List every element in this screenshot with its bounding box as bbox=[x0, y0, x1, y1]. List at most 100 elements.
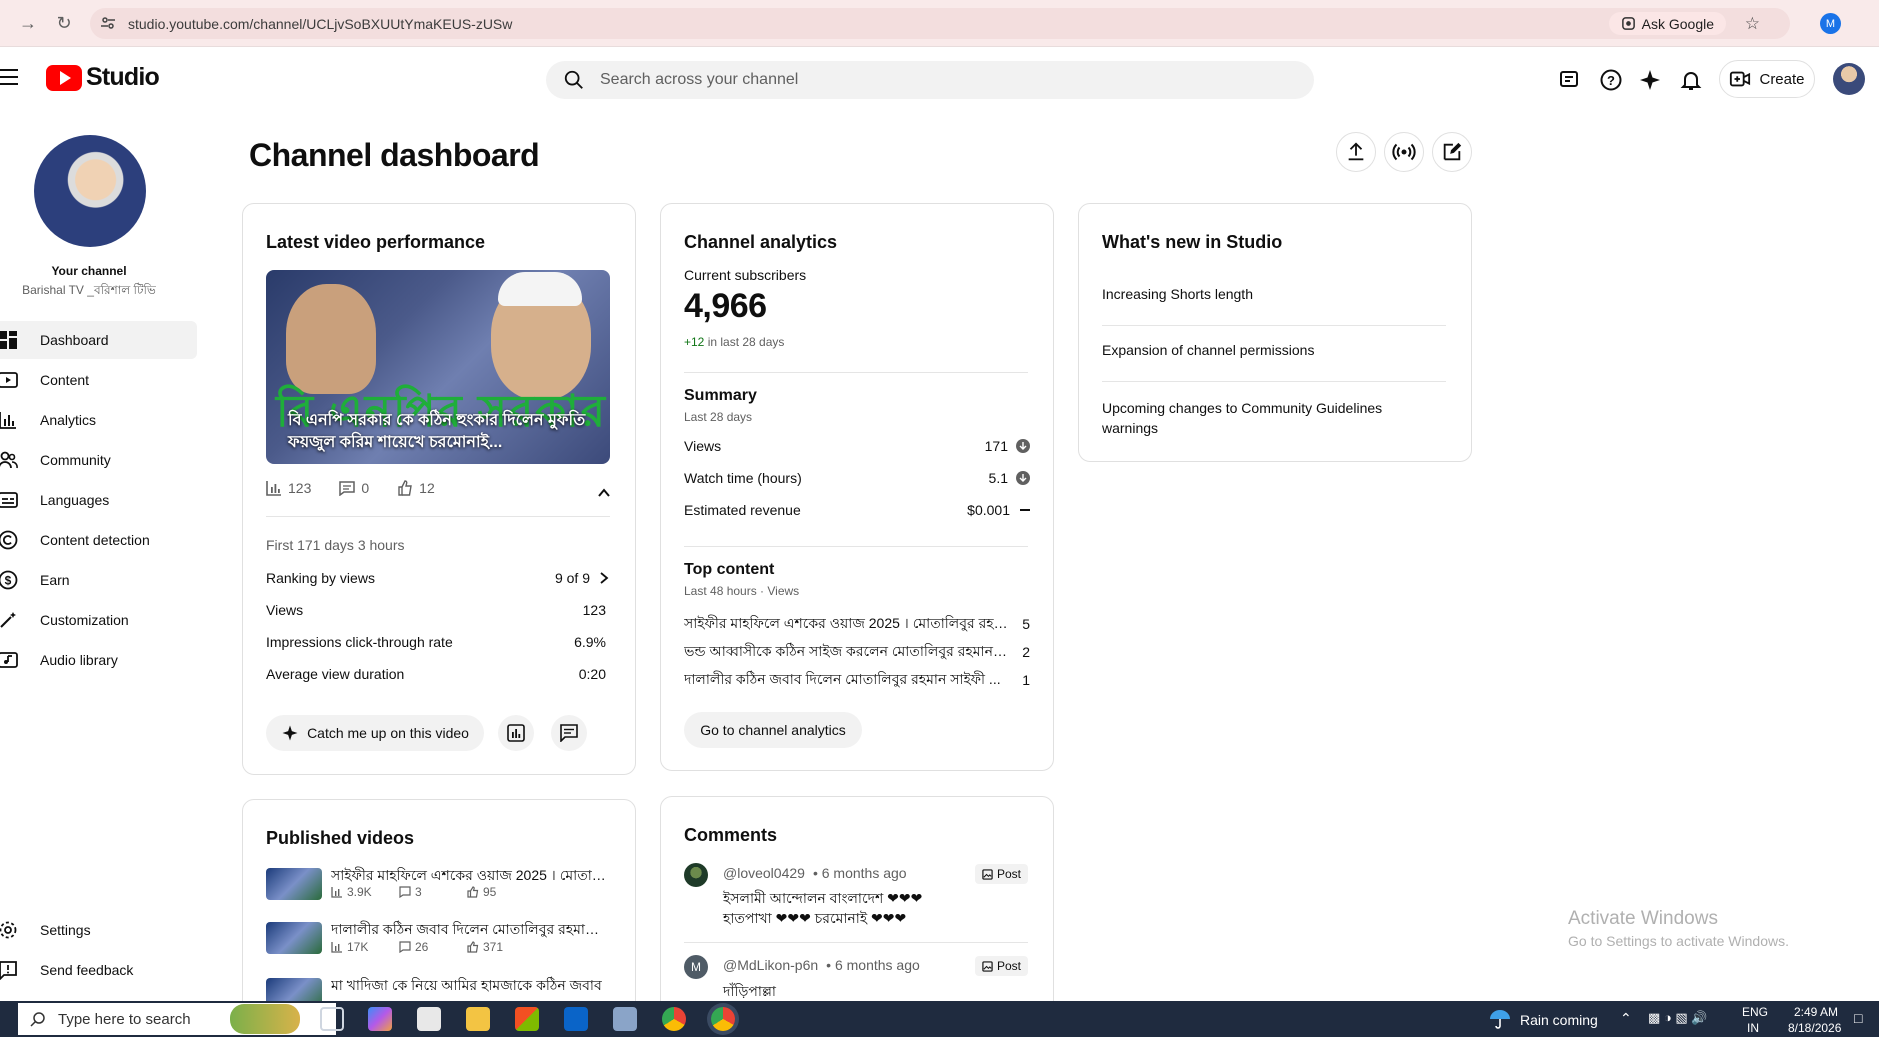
file-explorer-icon[interactable] bbox=[466, 1007, 490, 1031]
top-content-item[interactable]: সাইফীর মাহফিলে এশকের ওয়াজ 2025 । মোতালি… bbox=[684, 612, 1030, 636]
comment-time: • 6 months ago bbox=[826, 957, 920, 973]
upload-button[interactable] bbox=[1336, 132, 1376, 172]
sidebar-item-label: Dashboard bbox=[40, 332, 109, 348]
search-bar[interactable] bbox=[546, 61, 1314, 99]
chrome-profile-icon[interactable] bbox=[711, 1007, 735, 1031]
views-bars-icon bbox=[331, 942, 342, 953]
video-title[interactable]: দালালীর কঠিন জবাব দিলেন মোতালিবুর রহমান … bbox=[331, 918, 607, 942]
content-play-icon bbox=[0, 370, 18, 390]
community-people-icon bbox=[0, 450, 18, 470]
weather-text[interactable]: Rain coming bbox=[1520, 1012, 1598, 1028]
subscribers-label: Current subscribers bbox=[684, 267, 807, 283]
feedback-label: Send feedback bbox=[40, 962, 134, 978]
bookmark-star-icon[interactable]: ☆ bbox=[1745, 14, 1760, 34]
sidebar-item-send-feedback[interactable]: Send feedback bbox=[0, 951, 197, 989]
sidebar-item-settings[interactable]: Settings bbox=[0, 911, 197, 949]
post-badge[interactable]: Post bbox=[975, 956, 1029, 976]
catch-me-up-button[interactable]: Catch me up on this video bbox=[266, 715, 484, 751]
sparkle-icon[interactable] bbox=[1637, 67, 1663, 93]
notifications-bell-icon[interactable] bbox=[1678, 67, 1704, 93]
create-button[interactable]: Create bbox=[1719, 60, 1815, 98]
sidebar-item-dashboard[interactable]: Dashboard bbox=[0, 321, 197, 359]
ask-google-button[interactable]: Ask Google bbox=[1608, 12, 1726, 35]
sidebar-item-languages[interactable]: Languages bbox=[0, 481, 197, 519]
channel-avatar[interactable] bbox=[34, 135, 146, 247]
thumbs-up-icon bbox=[398, 480, 412, 496]
photos-icon[interactable] bbox=[613, 1007, 637, 1031]
language-code[interactable]: ENG bbox=[1742, 1005, 1768, 1019]
sidebar-item-customization[interactable]: Customization bbox=[0, 601, 197, 639]
whats-new-item[interactable]: Upcoming changes to Community Guidelines… bbox=[1102, 398, 1442, 438]
latest-video-thumbnail[interactable]: বি এনপির সরকার কে বি এনপি সরকার কে কঠিন … bbox=[266, 270, 610, 464]
sidebar-item-label: Analytics bbox=[40, 412, 97, 428]
video-stats: 17K 26 371 bbox=[331, 940, 525, 954]
notepad-icon[interactable] bbox=[417, 1007, 441, 1031]
sidebar-item-content-detection[interactable]: Content detection bbox=[0, 521, 197, 559]
video-stats: 3.9K 3 95 bbox=[331, 885, 525, 899]
notification-center-icon[interactable]: □ bbox=[1854, 1010, 1862, 1026]
help-icon[interactable]: ? bbox=[1598, 67, 1624, 93]
tray-icons[interactable]: ▩ ◑ ▧ 🔊 bbox=[1648, 1010, 1707, 1026]
outlook-icon[interactable] bbox=[564, 1007, 588, 1031]
comments-title: Comments bbox=[684, 825, 778, 845]
sidebar-item-content[interactable]: Content bbox=[0, 361, 197, 399]
feedback-messages-icon[interactable] bbox=[1557, 67, 1583, 93]
sidebar-item-label: Content detection bbox=[40, 532, 150, 548]
task-view-icon[interactable] bbox=[320, 1007, 344, 1031]
latest-video-card: Latest video performance বি এনপির সরকার … bbox=[242, 203, 636, 775]
chevron-up-icon[interactable] bbox=[597, 486, 611, 500]
comment-author[interactable]: @loveol0429 bbox=[723, 865, 805, 881]
copilot-icon[interactable] bbox=[368, 1007, 392, 1031]
sidebar-item-audio-library[interactable]: Audio library bbox=[0, 641, 197, 679]
video-title[interactable]: মা খাদিজা কে নিয়ে আমির হামজাকে কঠিন জবা… bbox=[331, 974, 607, 998]
live-broadcast-icon bbox=[1392, 143, 1416, 161]
latest-video-title: Latest video performance bbox=[266, 232, 486, 252]
whats-new-item[interactable]: Expansion of channel permissions bbox=[1102, 342, 1442, 358]
menu-icon[interactable] bbox=[0, 69, 18, 87]
forward-icon[interactable]: → bbox=[12, 7, 44, 39]
sidebar-item-label: Customization bbox=[40, 612, 129, 628]
chrome-icon[interactable] bbox=[662, 1007, 686, 1031]
summary-watch-time-row: Watch time (hours) 5.1 bbox=[684, 470, 1030, 486]
go-to-analytics-button[interactable]: Go to channel analytics bbox=[684, 712, 862, 748]
create-post-button[interactable] bbox=[1432, 132, 1472, 172]
activate-windows-subtitle: Go to Settings to activate Windows. bbox=[1568, 933, 1789, 949]
top-content-period: Last 48 hours · Views bbox=[684, 584, 800, 598]
top-content-item[interactable]: ভন্ড আব্বাসীকে কঠিন সাইজ করলেন মোতালিবুর… bbox=[684, 640, 1030, 664]
commenter-avatar[interactable]: M bbox=[684, 955, 708, 979]
account-avatar[interactable] bbox=[1833, 63, 1865, 95]
tray-chevron-icon[interactable]: ⌃ bbox=[1620, 1010, 1632, 1027]
site-info-icon[interactable] bbox=[100, 15, 116, 31]
published-videos-title: Published videos bbox=[266, 828, 415, 848]
whats-new-item[interactable]: Increasing Shorts length bbox=[1102, 286, 1442, 302]
clock-time[interactable]: 2:49 AM bbox=[1794, 1005, 1838, 1019]
sidebar-item-earn[interactable]: $ Earn bbox=[0, 561, 197, 599]
clock-date[interactable]: 8/18/2026 bbox=[1788, 1021, 1841, 1035]
address-bar[interactable]: studio.youtube.com/channel/UCLjvSoBXUUtY… bbox=[90, 8, 1790, 39]
ranking-row[interactable]: Ranking by views 9 of 9 bbox=[266, 570, 610, 586]
browser-profile-avatar[interactable]: M bbox=[1820, 13, 1841, 34]
language-region[interactable]: IN bbox=[1747, 1021, 1759, 1035]
sidebar-item-analytics[interactable]: Analytics bbox=[0, 401, 197, 439]
comment-author[interactable]: @MdLikon-p6n bbox=[723, 957, 818, 973]
commenter-avatar[interactable] bbox=[684, 863, 708, 887]
taskbar-widget-thumbnail[interactable] bbox=[230, 1004, 300, 1034]
go-live-button[interactable] bbox=[1384, 132, 1424, 172]
video-thumbnail[interactable] bbox=[266, 922, 322, 954]
sidebar-item-community[interactable]: Community bbox=[0, 441, 197, 479]
store-icon[interactable] bbox=[515, 1007, 539, 1031]
video-comments-button[interactable] bbox=[551, 715, 587, 751]
views-row: Views 123 bbox=[266, 602, 606, 618]
post-badge[interactable]: Post bbox=[975, 864, 1029, 884]
comment-meta: @loveol0429 • 6 months ago bbox=[723, 865, 907, 881]
search-icon[interactable] bbox=[554, 61, 594, 99]
reload-icon[interactable]: ↻ bbox=[48, 7, 80, 39]
latest-video-stats: 123 0 12 bbox=[266, 480, 435, 496]
settings-label: Settings bbox=[40, 922, 91, 938]
search-input[interactable] bbox=[600, 71, 1280, 89]
studio-logo[interactable]: Studio bbox=[46, 63, 160, 92]
top-content-item[interactable]: দালালীর কঠিন জবাব দিলেন মোতালিবুর রহমান … bbox=[684, 668, 1030, 692]
video-thumbnail[interactable] bbox=[266, 868, 322, 900]
video-analytics-button[interactable] bbox=[498, 715, 534, 751]
sidebar-item-label: Audio library bbox=[40, 652, 118, 668]
